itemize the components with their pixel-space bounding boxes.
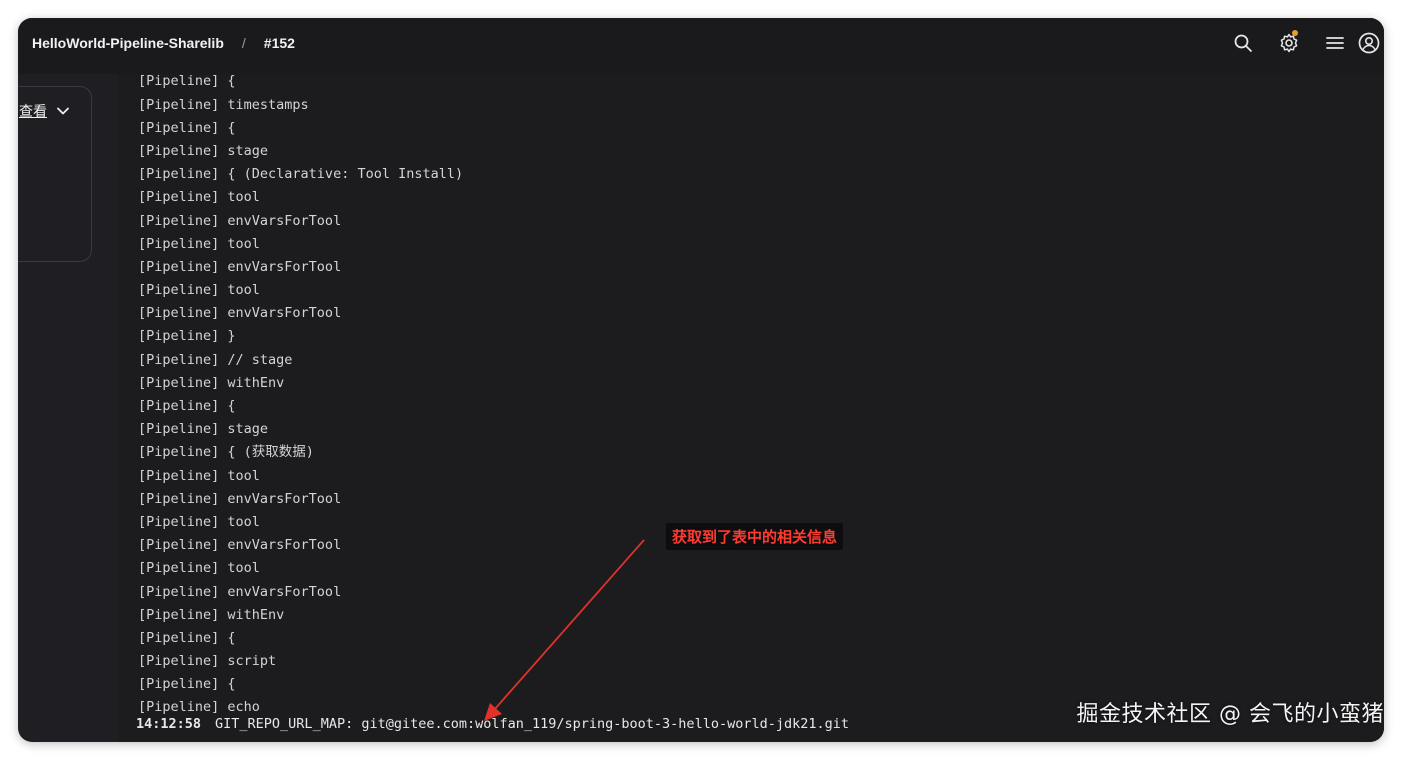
log-line: [Pipeline] } — [138, 328, 236, 345]
jenkins-window: [Pipeline] timeoutTimeout set to expire … — [18, 18, 1384, 742]
log-line: [Pipeline] script — [138, 653, 277, 670]
top-bar: HelloWorld-Pipeline-Sharelib / #152 — [18, 18, 1384, 74]
breadcrumb: HelloWorld-Pipeline-Sharelib / #152 — [32, 18, 295, 68]
log-line: [Pipeline] { — [138, 398, 236, 414]
settings-button[interactable] — [1266, 18, 1312, 68]
log-line: [Pipeline] stage — [138, 421, 269, 438]
log-line: [Pipeline] tool — [138, 282, 260, 299]
log-line: [Pipeline] envVarsForTool — [138, 305, 342, 322]
menu-icon — [1326, 37, 1344, 49]
annotation-callout: 获取到了表中的相关信息 — [666, 523, 844, 550]
watermark: 掘金技术社区 @ 会飞的小蛮猪 — [1076, 702, 1384, 727]
log-line: [Pipeline] tool — [138, 513, 260, 530]
top-actions — [1220, 18, 1384, 68]
menu-button[interactable] — [1312, 18, 1358, 68]
log-line: [Pipeline] { — [138, 629, 236, 646]
log-timestamp: 14:12:58 — [136, 716, 202, 732]
breadcrumb-build[interactable]: #152 — [264, 35, 295, 51]
user-button[interactable] — [1358, 18, 1384, 68]
gear-icon — [1280, 33, 1298, 53]
search-icon — [1234, 34, 1252, 52]
log-line: [Pipeline] { (Declarative: Tool Install) — [138, 166, 464, 183]
log-line: [Pipeline] timestamps — [138, 96, 309, 113]
log-line: [Pipeline] { — [138, 119, 236, 136]
log-line: [Pipeline] tool — [138, 235, 260, 252]
log-line: [Pipeline] tool — [138, 560, 260, 577]
console-log: [Pipeline] timeoutTimeout set to expire … — [138, 24, 463, 720]
view-dropdown-label: 查看 — [19, 104, 47, 120]
log-line: [Pipeline] tool — [138, 467, 260, 484]
chevron-down-icon — [57, 107, 69, 115]
log-line: [Pipeline] { — [138, 676, 236, 693]
breadcrumb-job[interactable]: HelloWorld-Pipeline-Sharelib — [32, 35, 224, 51]
console-output: [Pipeline] timeoutTimeout set to expire … — [118, 18, 1384, 742]
view-dropdown[interactable]: 查看 — [19, 101, 69, 121]
console-last-line: 14:12:58 GIT_REPO_URL_MAP: git@gitee.com:… — [136, 711, 849, 737]
view-panel: 查看 — [18, 86, 92, 262]
user-icon — [1358, 32, 1380, 54]
log-line: [Pipeline] { (获取数据) — [138, 444, 314, 461]
search-button[interactable] — [1220, 18, 1266, 68]
log-line: [Pipeline] envVarsForTool — [138, 583, 342, 600]
log-line: [Pipeline] tool — [138, 189, 260, 206]
log-line: [Pipeline] envVarsForTool — [138, 490, 342, 507]
log-line: [Pipeline] stage — [138, 142, 269, 159]
log-line: [Pipeline] // stage — [138, 351, 293, 368]
breadcrumb-separator: / — [241, 35, 246, 51]
log-repo-url-map: GIT_REPO_URL_MAP: git@gitee.com:wolfan_1… — [215, 716, 849, 732]
log-line: [Pipeline] withEnv — [138, 606, 285, 623]
log-line: [Pipeline] withEnv — [138, 374, 285, 391]
notification-dot — [1292, 30, 1298, 36]
log-line: [Pipeline] envVarsForTool — [138, 258, 342, 275]
log-line: [Pipeline] envVarsForTool — [138, 537, 342, 554]
log-line: [Pipeline] envVarsForTool — [138, 212, 342, 229]
